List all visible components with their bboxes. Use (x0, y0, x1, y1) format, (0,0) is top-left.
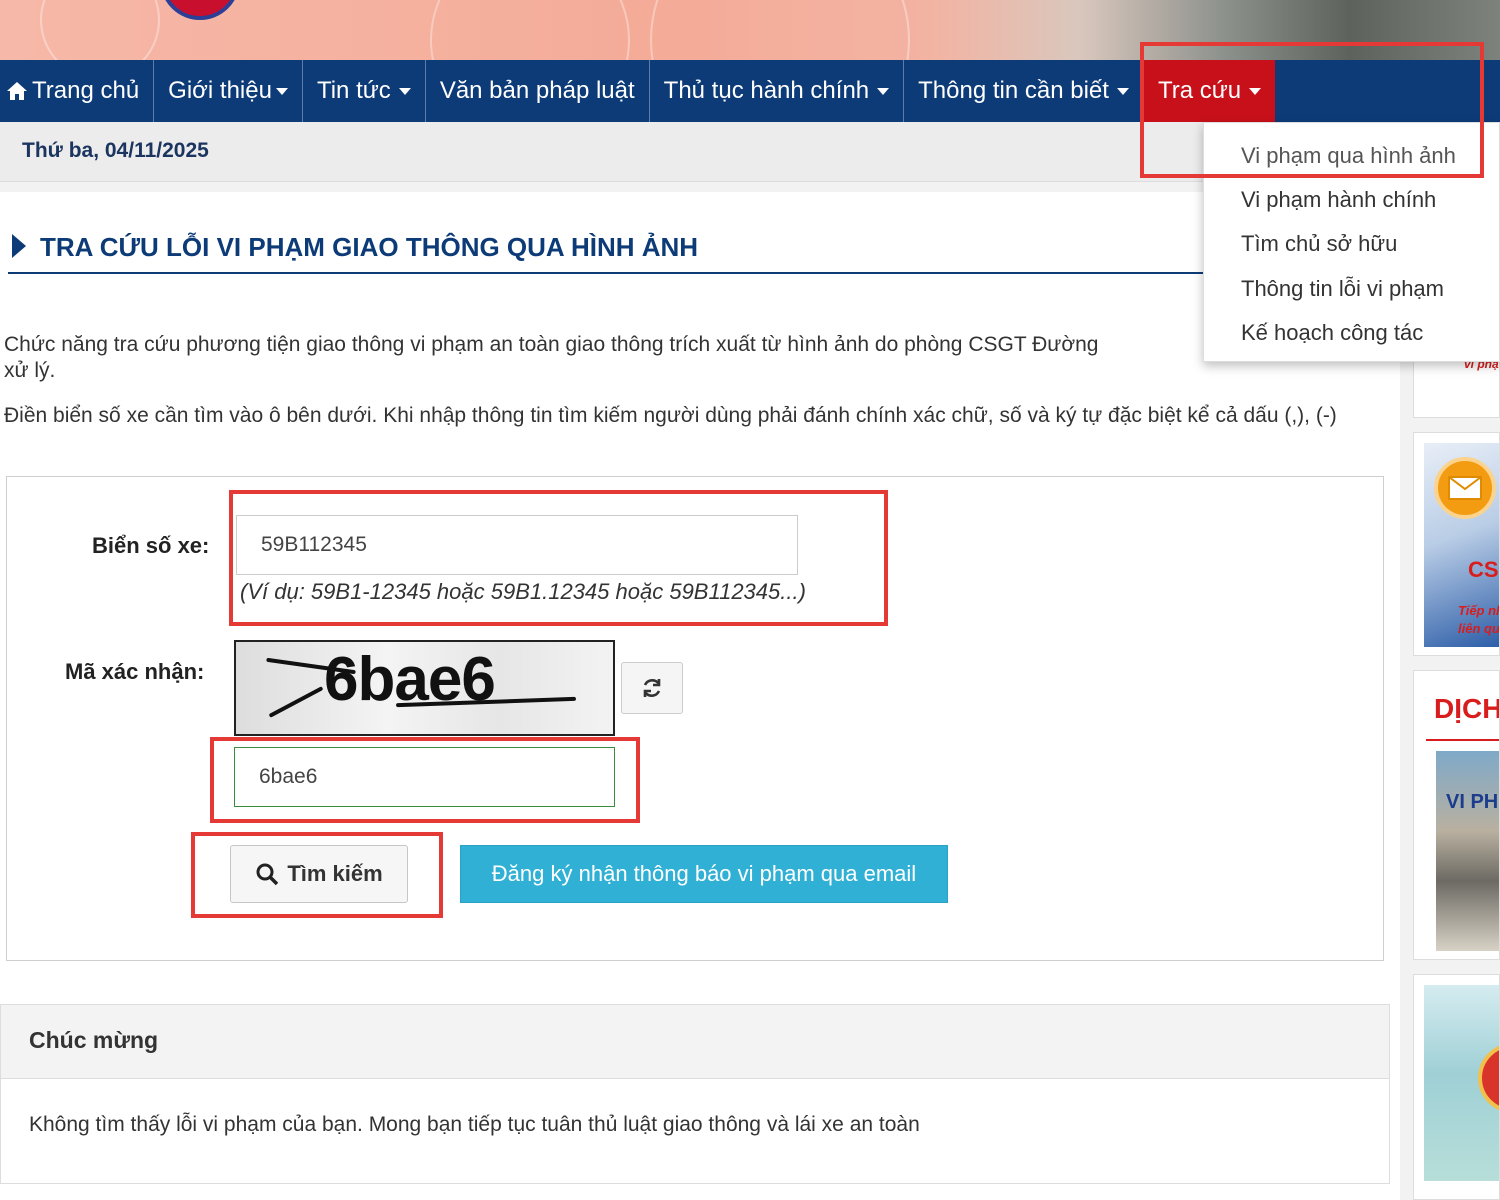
email-button-label: Đăng ký nhận thông báo vi phạm qua email (491, 861, 917, 886)
dropdown-item-tim-chu-so-huu[interactable]: Tìm chủ sở hữu (1241, 231, 1397, 257)
search-button-label: Tìm kiếm (287, 861, 383, 886)
nav-tra-cuu[interactable]: Tra cứu (1143, 60, 1276, 122)
captcha-input[interactable]: 6bae6 (234, 747, 615, 807)
nav-label: Văn bản pháp luật (439, 77, 635, 104)
sidebar-promo-sub-2: liên qu (1458, 621, 1500, 636)
captcha-input-value: 6bae6 (259, 765, 318, 788)
page-title: TRA CỨU LỖI VI PHẠM GIAO THÔNG QUA HÌNH … (40, 232, 699, 262)
caret-down-icon (1249, 87, 1262, 95)
search-form: Biển số xe: 59B112345 (Ví dụ: 59B1-12345… (6, 476, 1384, 961)
triangle-right-icon (12, 234, 26, 258)
result-message: Không tìm thấy lỗi vi phạm của bạn. Mong… (29, 1113, 920, 1136)
plate-input[interactable]: 59B112345 (236, 515, 798, 575)
nav-label: Giới thiệu (168, 77, 272, 104)
refresh-icon (643, 679, 661, 697)
nav-label: Trang chủ (32, 77, 140, 104)
right-sidebar: vi phạ CSG Tiếp nh liên qu DỊCH VI PH (1413, 342, 1500, 1200)
caret-down-icon (1116, 87, 1129, 95)
mail-icon (1434, 457, 1496, 519)
nav-tin-tuc[interactable]: Tin tức (303, 60, 426, 122)
sidebar-section-underline (1426, 739, 1499, 741)
header-banner (0, 0, 1500, 60)
sidebar-photo-2 (1424, 985, 1499, 1181)
sidebar-card-2[interactable]: CSG Tiếp nh liên qu (1413, 432, 1500, 656)
dropdown-item-vi-pham-hanh-chinh[interactable]: Vi phạm hành chính (1241, 187, 1436, 213)
nav-label: Thông tin cần biết (918, 77, 1109, 104)
sidebar-photo-text: VI PH (1446, 791, 1499, 813)
page-title-row: TRA CỨU LỖI VI PHẠM GIAO THÔNG QUA HÌNH … (8, 230, 1203, 274)
plate-input-value: 59B112345 (261, 533, 367, 556)
main-content: TRA CỨU LỖI VI PHẠM GIAO THÔNG QUA HÌNH … (0, 192, 1400, 1200)
dropdown-item-ke-hoach[interactable]: Kế hoạch công tác (1241, 320, 1423, 346)
captcha-image: 6bae6 (234, 640, 615, 736)
dropdown-item-vi-pham-hinh-anh[interactable]: Vi phạm qua hình ảnh (1241, 143, 1456, 169)
description-line-2: Điền biển số xe cần tìm vào ô bên dưới. … (4, 404, 1337, 427)
nav-thu-tuc-hanh-chinh[interactable]: Thủ tục hành chính (650, 60, 905, 122)
sidebar-promo-banner: CSG Tiếp nh liên qu (1424, 443, 1500, 647)
plate-label: Biển số xe: (92, 533, 210, 558)
dropdown-item-thong-tin-loi[interactable]: Thông tin lỗi vi phạm (1241, 276, 1444, 302)
result-panel: Chúc mừng Không tìm thấy lỗi vi phạm của… (0, 1004, 1390, 1184)
sidebar-promo-title: CSG (1468, 557, 1499, 582)
description-line-1-cont: xử lý. (4, 359, 56, 382)
emblem-icon (1478, 1043, 1499, 1113)
sidebar-photo: VI PH (1436, 751, 1499, 951)
plate-hint: (Ví dụ: 59B1-12345 hoặc 59B1.12345 hoặc … (240, 579, 806, 604)
sidebar-promo-sub-1: Tiếp nh (1458, 603, 1500, 618)
tra-cuu-dropdown: Vi phạm qua hình ảnh Vi phạm hành chính … (1203, 122, 1500, 362)
result-heading: Chúc mừng (29, 1027, 159, 1053)
main-navbar: Trang chủ Giới thiệu Tin tức Văn bản phá… (0, 60, 1500, 122)
search-button[interactable]: Tìm kiếm (230, 845, 408, 903)
sidebar-card-4[interactable] (1413, 974, 1500, 1200)
nav-gioi-thieu[interactable]: Giới thiệu (154, 60, 303, 122)
current-date: Thứ ba, 04/11/2025 (22, 139, 209, 162)
caret-down-icon (877, 87, 890, 95)
nav-home[interactable]: Trang chủ (0, 60, 155, 122)
search-icon (256, 863, 279, 886)
caret-down-icon (398, 87, 411, 95)
captcha-image-text: 6bae6 (324, 645, 496, 714)
nav-thong-tin-can-biet[interactable]: Thông tin cần biết (904, 60, 1144, 122)
result-heading-bar: Chúc mừng (1, 1005, 1389, 1079)
caret-down-icon (275, 87, 288, 95)
nav-label: Tra cứu (1157, 77, 1242, 104)
sidebar-card-3[interactable]: DỊCH VI PH (1413, 670, 1500, 960)
sidebar-section-title: DỊCH (1434, 693, 1500, 724)
nav-label: Thủ tục hành chính (663, 77, 870, 104)
captcha-label: Mã xác nhận: (65, 659, 205, 684)
police-emblem-icon (160, 0, 240, 20)
home-icon (6, 81, 28, 101)
email-subscribe-button[interactable]: Đăng ký nhận thông báo vi phạm qua email (460, 845, 948, 903)
nav-label: Tin tức (316, 77, 391, 104)
nav-van-ban-phap-luat[interactable]: Văn bản pháp luật (426, 60, 650, 122)
captcha-refresh-button[interactable] (621, 662, 683, 714)
description-line-1: Chức năng tra cứu phương tiện giao thông… (4, 333, 1099, 356)
